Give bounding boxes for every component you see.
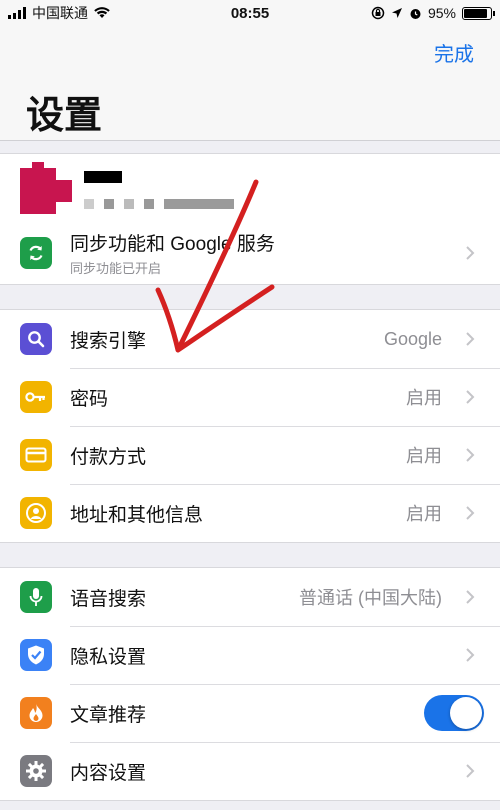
search-engine-row[interactable]: 搜索引擎 Google (0, 310, 500, 368)
autofill-group: 搜索引擎 Google 密码 启用 付款方式 启用 地址和其他信息 启用 (0, 309, 500, 543)
sync-subtitle: 同步功能已开启 (70, 261, 162, 276)
article-suggestions-toggle[interactable] (424, 695, 484, 731)
addresses-label: 地址和其他信息 (70, 504, 204, 526)
voice-search-value: 普通话 (中国大陆) (299, 588, 442, 608)
search-engine-label: 搜索引擎 (70, 330, 147, 352)
privacy-row[interactable]: 隐私设置 (0, 626, 500, 684)
sync-title: 同步功能和 Google 服务 (70, 234, 275, 255)
carrier-label: 中国联通 (32, 5, 88, 21)
signal-icon (8, 7, 26, 19)
passwords-label: 密码 (70, 388, 109, 410)
account-email-redacted (84, 199, 234, 209)
content-settings-label: 内容设置 (70, 762, 147, 784)
alarm-icon (410, 8, 421, 19)
battery-percent: 95% (427, 5, 456, 21)
chevron-right-icon (460, 245, 480, 261)
payment-methods-label: 付款方式 (70, 446, 147, 468)
sync-google-services-row[interactable]: 同步功能和 Google 服务 同步功能已开启 (0, 222, 500, 284)
rotation-lock-icon (371, 6, 385, 20)
sync-text: 同步功能和 Google 服务 同步功能已开启 (70, 229, 460, 277)
addresses-value: 启用 (406, 504, 442, 524)
gear-icon (20, 755, 52, 787)
person-icon (20, 497, 52, 529)
status-left: 中国联通 (8, 3, 110, 23)
passwords-value: 启用 (406, 388, 442, 408)
chevron-right-icon (460, 331, 480, 347)
addresses-row[interactable]: 地址和其他信息 启用 (0, 484, 500, 542)
article-suggestions-label: 文章推荐 (70, 704, 147, 726)
chevron-right-icon (460, 447, 480, 463)
chevron-right-icon (460, 505, 480, 521)
account-info (84, 167, 234, 209)
chevron-right-icon (460, 589, 480, 605)
content-settings-row[interactable]: 内容设置 (0, 742, 500, 800)
key-icon (20, 381, 52, 413)
location-icon (391, 8, 402, 18)
account-name-redacted (84, 171, 122, 183)
voice-search-row[interactable]: 语音搜索 普通话 (中国大陆) (0, 568, 500, 626)
avatar (20, 162, 72, 214)
passwords-row[interactable]: 密码 启用 (0, 368, 500, 426)
payment-methods-row[interactable]: 付款方式 启用 (0, 426, 500, 484)
page-title: 设置 (26, 95, 103, 137)
search-icon (20, 323, 52, 355)
general-group: 语音搜索 普通话 (中国大陆) 隐私设置 文章推荐 内容设置 (0, 567, 500, 801)
chevron-right-icon (460, 389, 480, 405)
voice-search-label: 语音搜索 (70, 588, 147, 610)
microphone-icon (20, 581, 52, 613)
wifi-icon (94, 7, 110, 18)
search-engine-value: Google (383, 328, 442, 349)
chevron-right-icon (460, 763, 480, 779)
payment-methods-value: 启用 (406, 446, 442, 466)
nav-header: 完成 设置 (0, 26, 500, 141)
status-right: 95% (371, 5, 495, 21)
article-suggestions-row: 文章推荐 (0, 684, 500, 742)
fire-icon (20, 697, 52, 729)
sync-icon (20, 237, 52, 269)
clock: 08:55 (230, 4, 270, 22)
toggle-knob (450, 697, 482, 729)
privacy-label: 隐私设置 (70, 646, 147, 668)
battery-fill (464, 8, 487, 18)
chevron-right-icon (460, 647, 480, 663)
shield-icon (20, 639, 52, 671)
status-bar: 中国联通 08:55 95% (0, 0, 500, 26)
account-group: 同步功能和 Google 服务 同步功能已开启 (0, 153, 500, 285)
credit-card-icon (20, 439, 52, 471)
done-button[interactable]: 完成 (434, 38, 474, 67)
account-profile[interactable] (0, 154, 500, 222)
battery-icon (462, 6, 495, 20)
